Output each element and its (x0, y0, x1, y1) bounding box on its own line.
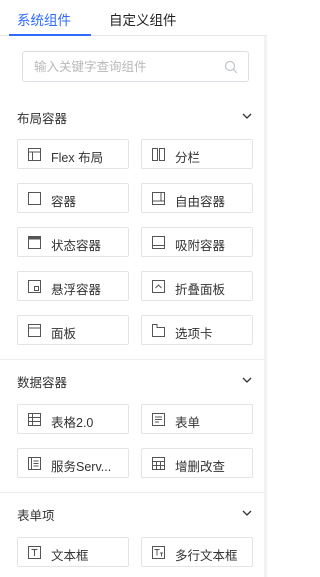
component-item-form[interactable]: 表单 (141, 404, 253, 434)
active-tab-indicator (9, 34, 91, 36)
section-title: 数据容器 (17, 376, 68, 390)
chevron-down-icon (242, 113, 252, 119)
tabs-icon (152, 324, 165, 337)
textarea-icon (152, 546, 165, 559)
form-icon (152, 413, 165, 426)
component-item-label: 文本框 (51, 549, 89, 563)
component-item-columns[interactable]: 分栏 (141, 139, 253, 169)
component-item-free-container[interactable]: 自由容器 (141, 183, 253, 213)
component-item-crud[interactable]: 增删改查 (141, 448, 253, 478)
floating-container-icon (28, 280, 41, 293)
section-divider (0, 359, 267, 360)
component-item-label: 自由容器 (175, 195, 226, 209)
chevron-down-icon (242, 510, 252, 516)
section-divider (0, 492, 267, 493)
component-item-textarea[interactable]: 多行文本框 (141, 537, 253, 567)
section-header-form-items[interactable]: 表单项 (0, 503, 267, 523)
tab-system-components[interactable]: 系统组件 (17, 9, 71, 29)
search-input[interactable] (23, 52, 223, 81)
tab-custom-components[interactable]: 自定义组件 (109, 9, 177, 29)
chevron-down-icon (242, 377, 252, 383)
component-item-label: 服务Serv... (51, 460, 112, 474)
component-item-label: 增删改查 (175, 460, 226, 474)
collapse-panel-icon (152, 280, 165, 293)
component-item-floating-container[interactable]: 悬浮容器 (17, 271, 129, 301)
scrollbar-track[interactable] (264, 36, 267, 577)
crud-icon (152, 457, 165, 470)
section-header-layout-containers[interactable]: 布局容器 (0, 106, 267, 126)
table-icon (28, 413, 41, 426)
free-container-icon (152, 192, 165, 205)
component-item-text-input[interactable]: 文本框 (17, 537, 129, 567)
component-item-label: 多行文本框 (175, 549, 238, 563)
component-item-table[interactable]: 表格2.0 (17, 404, 129, 434)
component-item-label: 吸附容器 (175, 239, 226, 253)
columns-icon (152, 148, 165, 161)
component-item-label: 悬浮容器 (51, 283, 102, 297)
component-item-label: 面板 (51, 327, 77, 341)
component-item-collapse-panel[interactable]: 折叠面板 (141, 271, 253, 301)
section-header-data-containers[interactable]: 数据容器 (0, 370, 267, 390)
component-item-label: 表格2.0 (51, 416, 94, 430)
component-item-label: 容器 (51, 195, 77, 209)
panel-icon (28, 324, 41, 337)
component-item-label: Flex 布局 (51, 151, 104, 165)
sticky-container-icon (152, 236, 165, 249)
state-container-icon (28, 236, 41, 249)
component-item-label: 表单 (175, 416, 201, 430)
component-item-sticky-container[interactable]: 吸附容器 (141, 227, 253, 257)
component-item-state-container[interactable]: 状态容器 (17, 227, 129, 257)
service-icon (28, 457, 41, 470)
component-item-service[interactable]: 服务Serv... (17, 448, 129, 478)
component-item-tabs[interactable]: 选项卡 (141, 315, 253, 345)
component-item-label: 状态容器 (51, 239, 102, 253)
section-title: 表单项 (17, 509, 55, 523)
flex-layout-icon (28, 148, 41, 161)
component-item-flex-layout[interactable]: Flex 布局 (17, 139, 129, 169)
section-title: 布局容器 (17, 112, 68, 126)
container-icon (28, 192, 41, 205)
component-item-container[interactable]: 容器 (17, 183, 129, 213)
component-item-label: 分栏 (175, 151, 201, 165)
text-input-icon (28, 546, 41, 559)
component-item-label: 选项卡 (175, 327, 213, 341)
search-box (22, 51, 249, 82)
component-item-panel[interactable]: 面板 (17, 315, 129, 345)
component-tabs: 系统组件 自定义组件 (0, 0, 267, 36)
component-item-label: 折叠面板 (175, 283, 226, 297)
search-icon[interactable] (224, 60, 238, 74)
